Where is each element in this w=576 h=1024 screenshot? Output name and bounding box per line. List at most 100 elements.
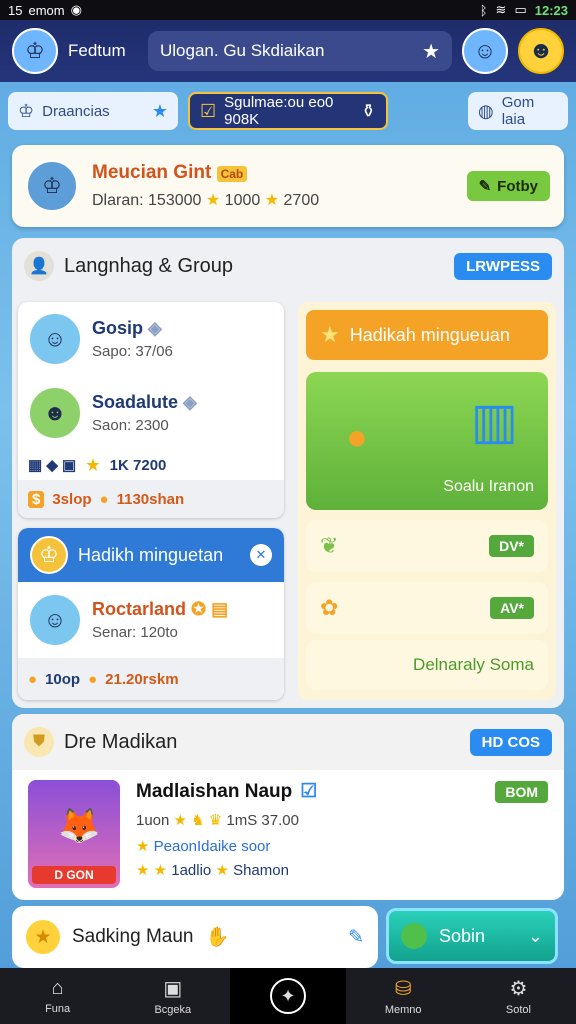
orange-banner[interactable]: ★ Hadikah mingueuan (306, 310, 548, 360)
coin-icon: ● (99, 490, 109, 508)
tab-label: Gom laia (501, 94, 535, 128)
items-icon: ▦ ◆ ▣ (28, 457, 77, 474)
tag-label: AV* (490, 597, 534, 619)
status-bar: 15 emom ◉ ᛒ ≋ ▭ 12:23 (0, 0, 576, 20)
close-icon[interactable]: ✕ (250, 544, 272, 566)
gear-icon: ⚙ (509, 978, 528, 1000)
coin-icon: $ (28, 490, 45, 508)
tab-gom-laia[interactable]: ◍ Gom laia (468, 92, 568, 130)
reward-item[interactable]: ✿ AV* (306, 582, 548, 634)
pencil-icon: ✎ (478, 178, 492, 195)
game-line3: ★ ★ 1adlio ★ Shamon (136, 862, 289, 879)
tab-label: Draancias (42, 102, 110, 120)
record-icon: ◉ (70, 2, 82, 17)
tab-draancias[interactable]: ♔ Draancias ★ (8, 92, 178, 130)
member-avatar: ☻ (28, 386, 82, 440)
crown-avatar: ♔ (30, 536, 68, 574)
player-stats: Dlaran: 153000 ★ 1000 ★ 2700 (92, 192, 320, 209)
person-icon: 👤 (24, 251, 54, 281)
highlight-footer: ● 10op ● 21.20rskm (18, 658, 284, 700)
flower-icon: ✿ (320, 595, 339, 620)
highlight-title: Hadikh minguetan (78, 544, 224, 565)
star-icon[interactable]: ★ (422, 39, 440, 64)
row-stats: ▦ ◆ ▣ ★ 1K 7200 (28, 456, 167, 475)
wifi-icon: ≋ (495, 2, 507, 17)
game-badge: D GON (32, 866, 116, 884)
play-icon: ✦ (270, 978, 306, 1014)
highlight-header: ♔ Hadikh minguetan ✕ (18, 528, 284, 582)
profile-avatar[interactable]: ☺ (462, 28, 508, 74)
star-icon: ★ (264, 192, 280, 209)
hd-cos-button[interactable]: HD COS (469, 728, 552, 756)
player-card: ♔ Meucian Gint Cab Dlaran: 153000 ★ 1000… (12, 145, 564, 227)
star-icon: ★ (26, 920, 60, 954)
crown-icon: ♔ (18, 100, 35, 121)
app-bar: ♔ Fedtum Ulogan. Gu Skdiaikan ★ ☺ ☻ (0, 20, 576, 82)
member-sub: Senar: 120to (92, 624, 178, 641)
list-item[interactable]: ☺ Roctarland ✪ ▤ Senar: 120to (18, 582, 284, 658)
cube-icon: ◈ (183, 392, 197, 412)
checkbox-icon: ☑ (200, 100, 217, 121)
bucket-icon: ▥ (470, 393, 518, 449)
king-avatar[interactable]: ♔ (12, 28, 58, 74)
carrier-label: emom (28, 2, 65, 18)
chevron-down-icon: ⌄ (527, 925, 543, 946)
sadking-label: Sadking Maun (72, 926, 194, 947)
game-section: ⛊ Dre Madikan HD COS 🦊 D GON Madlaishan … (12, 714, 564, 900)
member-sub: Saon: 2300 (92, 417, 169, 434)
list-footer: $ 3slop ● 1130shan (18, 480, 284, 518)
bottom-label: Delnaraly Soma (306, 640, 548, 690)
sobin-button[interactable]: Sobin ⌄ (386, 908, 558, 964)
member-avatar: ☺ (28, 593, 82, 647)
search-bar[interactable]: Ulogan. Gu Skdiaikan ★ (148, 31, 452, 71)
nav-center[interactable]: ✦ (230, 968, 346, 1024)
nav-store[interactable]: ▣ Bcgeka (115, 968, 230, 1024)
list-item[interactable]: ☻ Soadalute ◈ Saon: 2300 (18, 376, 284, 450)
list-item[interactable]: ☺ Gosip ◈ Sapo: 37/06 (18, 302, 284, 376)
lrwpess-button[interactable]: LRWPESS (454, 252, 552, 280)
game-thumbnail: 🦊 D GON (28, 780, 120, 888)
torch-icon: ⚱ (360, 100, 376, 121)
fotby-button[interactable]: ✎ Fotby (466, 171, 550, 201)
leaf-icon: ❦ (320, 533, 339, 558)
member-name: Soadalute (92, 392, 179, 412)
trophy-icon: ✪ ▤ (191, 599, 229, 619)
coin-icon: ● (88, 670, 98, 688)
sadking-card[interactable]: ★ Sadking Maun ✋ ✎ (12, 906, 378, 968)
game-row[interactable]: 🦊 D GON Madlaishan Naup ☑ BOM 1uon ★ ♞ ♛… (12, 770, 564, 898)
sobin-label: Sobin (439, 925, 486, 946)
smiley-coin-icon[interactable]: ☻ (518, 28, 564, 74)
game-section-title: Dre Madikan (64, 730, 178, 753)
reward-card[interactable]: ● ▥ Soalu Iranon (306, 372, 548, 510)
nav-home[interactable]: ⌂ Funa (0, 968, 115, 1024)
group-header: 👤 Langnhag & Group LRWPESS (12, 238, 564, 294)
nav-settings[interactable]: ⚙ Sotol (461, 968, 576, 1024)
search-text: Ulogan. Gu Skdiaikan (160, 41, 325, 60)
tag-label: DV* (489, 535, 534, 557)
player-avatar[interactable]: ♔ (26, 160, 78, 212)
group-list: ☺ Gosip ◈ Sapo: 37/06 ☻ Soadalute ◈ Saon… (18, 302, 284, 518)
tab-progress[interactable]: ☑ Sgulmae:ou eo0 908K ⚱ (188, 92, 388, 130)
shield-icon: ⛊ (24, 727, 54, 757)
hand-icon: ✋ (205, 927, 230, 948)
game-line1: 1uon ★ ♞ ♛ 1mS 37.00 (136, 812, 299, 829)
reward-label: Soalu Iranon (443, 478, 534, 495)
check-icon: ☑ (300, 781, 318, 802)
bottom-nav: ⌂ Funa ▣ Bcgeka ✦ ⛁ Memno ⚙ Sotol (0, 968, 576, 1024)
tabs-row: ♔ Draancias ★ ☑ Sgulmae:ou eo0 908K ⚱ ◍ … (8, 92, 568, 134)
nav-memno[interactable]: ⛁ Memno (346, 968, 461, 1024)
character-icon: 🦊 (58, 807, 101, 845)
member-sub: Sapo: 37/06 (92, 343, 173, 360)
home-icon: ⌂ (51, 977, 64, 999)
game-title: Madlaishan Naup (136, 780, 293, 802)
reward-item[interactable]: ❦ DV* (306, 520, 548, 572)
player-name: Meucian Gint Cab (92, 162, 453, 184)
store-icon: ▣ (163, 978, 183, 1000)
group-panel: 👤 Langnhag & Group LRWPESS ☺ Gosip ◈ Sap… (12, 238, 564, 708)
member-name: Gosip (92, 318, 144, 338)
player-badge: Cab (216, 166, 248, 182)
chest-icon: ⛁ (394, 978, 412, 1000)
star-icon: ★ (86, 457, 100, 474)
green-orb-icon (401, 923, 427, 949)
bluetooth-icon: ᛒ (479, 2, 488, 18)
